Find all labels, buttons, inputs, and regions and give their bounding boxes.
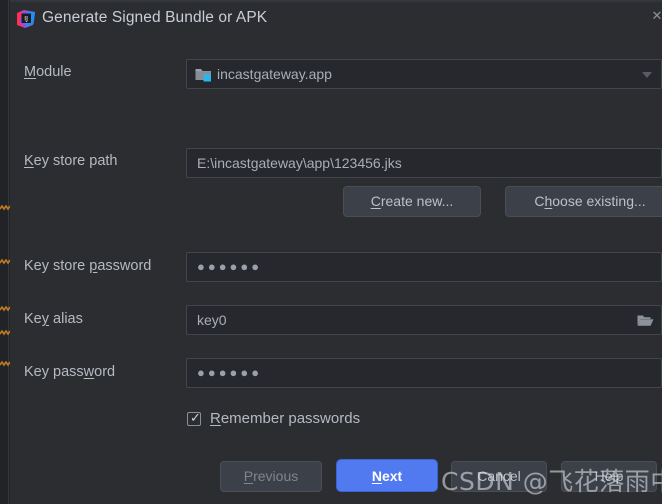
next-button[interactable]: Next: [337, 460, 437, 491]
chevron-down-icon[interactable]: [642, 72, 652, 78]
create-new-button[interactable]: Create new...: [343, 186, 481, 217]
choose-existing-button[interactable]: Choose existing...: [505, 186, 662, 217]
key-store-password-label: Key store password: [24, 258, 151, 274]
key-alias-value: key0: [197, 312, 227, 328]
svg-text:IJ: IJ: [24, 15, 28, 23]
next-mnemonic: N: [371, 468, 382, 484]
create-new-label-rest: reate new...: [380, 193, 454, 209]
remember-passwords-checkbox[interactable]: ✓: [187, 410, 201, 426]
previous-mnemonic: P: [243, 468, 254, 484]
key-alias-label: Key alias: [24, 311, 83, 327]
key-password-input[interactable]: ●●●●●●: [186, 358, 662, 388]
key-store-password-input[interactable]: ●●●●●●: [186, 252, 662, 282]
key-alias-input[interactable]: key0: [186, 305, 662, 335]
choose-existing-label-rest: oose existing...: [552, 193, 646, 209]
module-combo-box[interactable]: incastgateway.app: [186, 59, 662, 89]
remember-passwords-mnemonic: R: [210, 410, 221, 427]
module-label-rest: odule: [36, 64, 72, 80]
checkmark-icon: ✓: [190, 410, 201, 425]
previous-label-rest: revious: [253, 468, 299, 484]
key-store-password-pre: Key store: [24, 258, 90, 274]
key-alias-label-rest: alias: [49, 311, 83, 327]
module-label: Module: [24, 64, 72, 80]
background-gutter-divider: [8, 0, 9, 504]
key-store-path-input[interactable]: E:\incastgateway\app\123456.jks: [186, 148, 662, 178]
key-password-value: ●●●●●●: [197, 365, 263, 380]
key-password-label: Key password: [24, 364, 115, 380]
choose-existing-pre: C: [534, 193, 545, 209]
key-store-path-label-rest: ey store path: [33, 153, 118, 169]
key-alias-mnemonic: y: [41, 311, 49, 327]
dialog-title-bar: IJ Generate Signed Bundle or APK ✕: [10, 0, 662, 42]
previous-button[interactable]: Previous: [220, 461, 322, 492]
close-icon[interactable]: ✕: [650, 8, 662, 24]
key-store-path-mnemonic: K: [24, 153, 34, 169]
open-folder-icon[interactable]: [637, 313, 654, 328]
generate-signed-bundle-dialog: IJ Generate Signed Bundle or APK ✕ Modul…: [10, 0, 662, 504]
key-alias-pre: Ke: [24, 311, 42, 327]
key-password-mnemonic: w: [83, 364, 95, 380]
page-title: Generate Signed Bundle or APK: [42, 9, 268, 26]
key-password-label-rest: ord: [94, 364, 116, 380]
remember-passwords-label[interactable]: Remember passwords: [210, 410, 360, 427]
key-store-password-value: ●●●●●●: [197, 259, 263, 274]
module-value: incastgateway.app: [217, 66, 332, 82]
remember-passwords-label-rest: emember passwords: [220, 410, 361, 427]
title-bar-top-hairline: [10, 0, 662, 2]
key-store-password-label-rest: assword: [97, 258, 152, 274]
create-new-mnemonic: C: [370, 193, 381, 209]
key-store-path-value: E:\incastgateway\app\123456.jks: [197, 155, 402, 171]
next-label-rest: ext: [381, 468, 403, 484]
module-folder-icon: [195, 69, 211, 82]
module-label-mnemonic: M: [24, 64, 37, 80]
csdn-watermark: CSDN @飞花落雨中: [441, 467, 662, 496]
intellij-idea-icon: IJ: [17, 10, 35, 28]
key-store-path-label: Key store path: [24, 153, 118, 169]
key-password-pre: Key pass: [24, 364, 84, 380]
